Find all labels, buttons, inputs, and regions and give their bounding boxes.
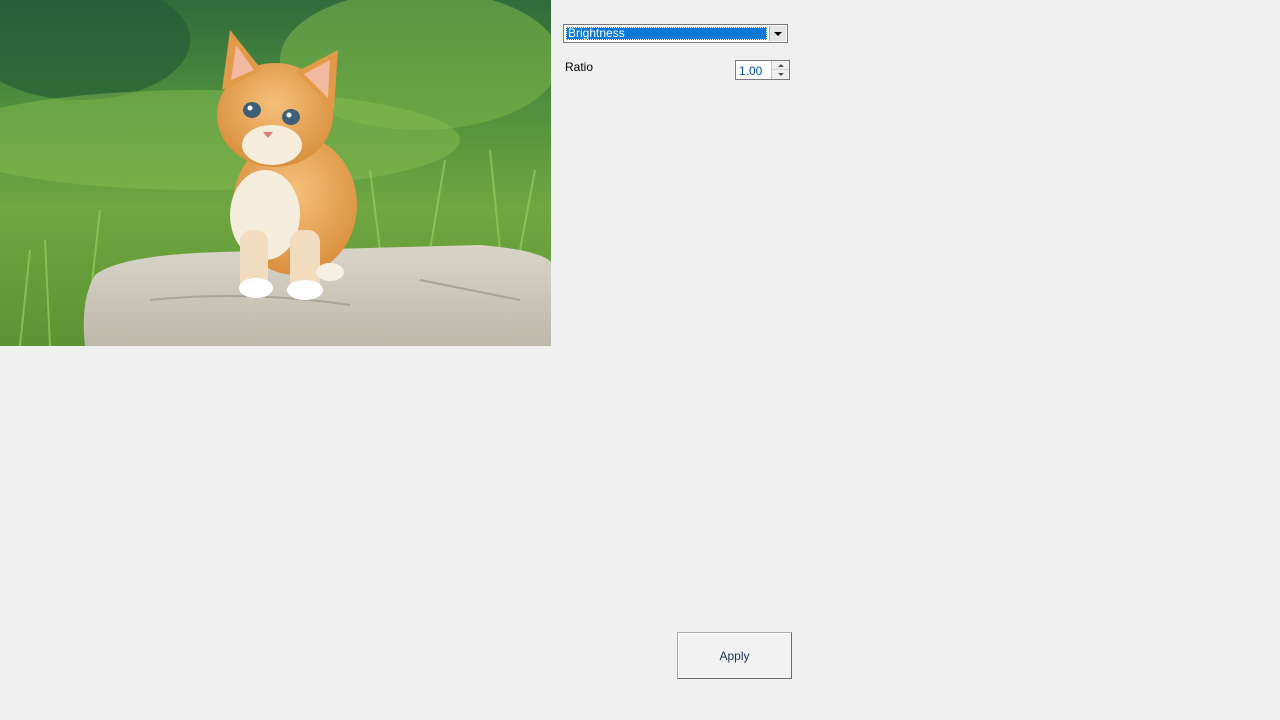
ratio-value[interactable]: 1.00 bbox=[739, 64, 762, 78]
filter-dropdown-value: Brightness bbox=[566, 27, 767, 40]
ratio-label: Ratio bbox=[565, 60, 594, 74]
kitten-photo bbox=[0, 0, 551, 346]
spin-down-button[interactable] bbox=[772, 70, 789, 79]
dropdown-arrow-button[interactable] bbox=[769, 26, 786, 41]
arrow-down-icon bbox=[777, 73, 784, 76]
chevron-down-icon bbox=[774, 31, 782, 36]
app-window: Brightness Ratio 1.00 Apply bbox=[0, 0, 1280, 720]
arrow-up-icon bbox=[777, 63, 784, 67]
spin-buttons bbox=[771, 61, 789, 79]
preview-image bbox=[0, 0, 551, 346]
apply-button[interactable]: Apply bbox=[677, 632, 792, 679]
filter-dropdown[interactable]: Brightness bbox=[563, 24, 788, 43]
ratio-stepper[interactable]: 1.00 bbox=[735, 60, 790, 80]
spin-up-button[interactable] bbox=[772, 61, 789, 70]
